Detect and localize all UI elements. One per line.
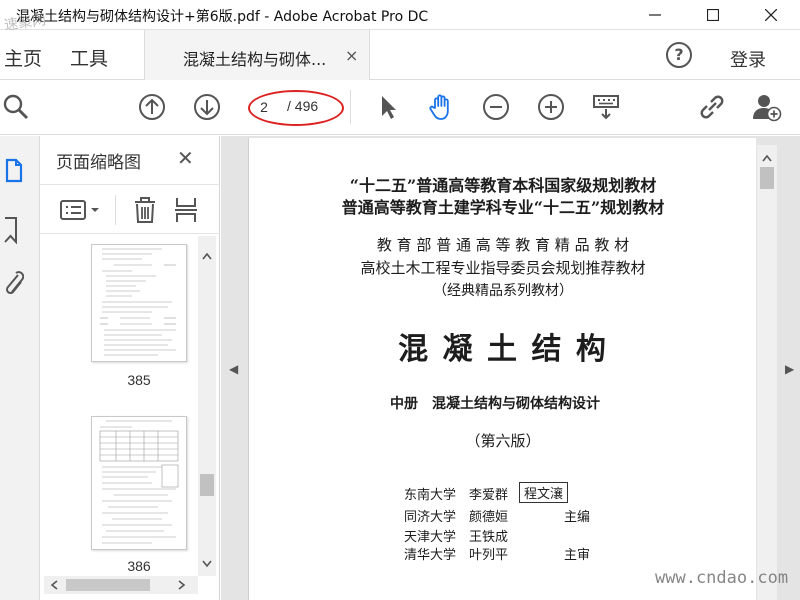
author-name-boxed: 程文瀼 <box>519 482 569 503</box>
page-thumbnails-icon[interactable] <box>4 158 24 184</box>
help-icon[interactable]: ? <box>666 42 692 68</box>
scrollbar-thumb[interactable] <box>760 167 774 189</box>
select-arrow-icon[interactable] <box>373 92 403 122</box>
scroll-left-arrow-icon[interactable] <box>50 580 58 590</box>
doc-line-1: “十二五”普通高等教育本科国家级规划教材 <box>349 176 657 195</box>
scroll-up-arrow-icon[interactable] <box>762 154 772 162</box>
tab-tools[interactable]: 工具 <box>70 44 108 71</box>
panel-toolbar <box>40 184 220 234</box>
hand-tool-icon[interactable] <box>427 92 457 122</box>
bookmark-icon[interactable] <box>4 216 18 244</box>
thumbnail-page-number: 386 <box>127 558 151 574</box>
doc-line-2: 普通高等教育土建学科专业“十二五”规划教材 <box>341 198 665 217</box>
thumbnail-vertical-scrollbar[interactable] <box>198 236 216 576</box>
thumbnail-preview <box>100 248 176 356</box>
left-navigation-rail <box>0 136 40 600</box>
add-user-icon[interactable] <box>752 92 782 122</box>
maximize-button[interactable] <box>684 0 742 30</box>
document-tab-label: 混凝土结构与砌体... <box>183 50 327 69</box>
minimize-icon <box>649 14 661 16</box>
doc-subtitle: 混凝土结构与砌体结构设计 <box>432 396 600 412</box>
tab-document[interactable]: 混凝土结构与砌体... × <box>144 30 370 80</box>
author-name: 叶列平 <box>469 548 509 563</box>
login-button[interactable]: 登录 <box>730 46 766 72</box>
expand-right-panel-icon[interactable]: ▶ <box>785 362 794 376</box>
page-down-icon[interactable] <box>192 92 222 122</box>
scrollbar-thumb[interactable] <box>200 474 214 496</box>
watermark-bottom-right: www.cndao.com <box>655 568 789 588</box>
panel-title: 页面缩略图 <box>56 153 141 173</box>
trash-icon[interactable] <box>133 196 157 224</box>
attachment-icon[interactable] <box>2 269 24 299</box>
thumbnail-page-number: 385 <box>127 372 151 388</box>
page-thumbnail[interactable] <box>91 416 187 550</box>
options-menu-icon[interactable] <box>60 199 104 221</box>
thumbnail-list: 385 386 <box>40 236 198 576</box>
doc-line-3: 教 育 部 普 通 高 等 教 育 精 品 教 材 <box>376 236 630 254</box>
tab-bar: 主页 工具 混凝土结构与砌体... × ? 登录 <box>0 30 800 80</box>
minimize-button[interactable] <box>626 0 684 30</box>
toolbar: / 496 <box>0 80 800 135</box>
doc-volume: 中册 <box>390 396 418 412</box>
doc-line-4: 高校土木工程专业指导委员会规划推荐教材 <box>360 259 646 277</box>
doc-edition: （第六版） <box>465 432 541 450</box>
author-name: 李爱群 <box>469 488 509 503</box>
title-bar: 混凝土结构与砌体结构设计+第6版.pdf - Adobe Acrobat Pro… <box>0 0 800 34</box>
document-vertical-scrollbar[interactable] <box>757 145 777 600</box>
scroll-up-arrow-icon[interactable] <box>202 252 212 260</box>
highlight-annotation-oval <box>248 90 344 126</box>
scrollbar-thumb[interactable] <box>66 579 150 591</box>
window-title: 混凝土结构与砌体结构设计+第6版.pdf - Adobe Acrobat Pro… <box>16 9 429 25</box>
zoom-in-icon[interactable] <box>536 92 566 122</box>
thumbnail-horizontal-scrollbar[interactable] <box>44 576 198 594</box>
close-button[interactable] <box>742 0 800 30</box>
author-school: 同济大学 <box>404 510 457 525</box>
doc-main-title: 混 凝 土 结 构 <box>398 332 608 367</box>
thumbnail-panel: 页面缩略图 ✕ 385 386 <box>40 136 220 600</box>
panel-close-button[interactable]: ✕ <box>177 146 194 170</box>
maximize-icon <box>707 9 719 21</box>
scroll-right-arrow-icon[interactable] <box>178 580 186 590</box>
author-school: 天津大学 <box>404 530 457 545</box>
scroll-down-arrow-icon[interactable] <box>202 560 212 568</box>
author-role: 主编 <box>564 510 591 525</box>
share-link-icon[interactable] <box>697 92 727 122</box>
search-icon[interactable] <box>2 92 32 122</box>
author-name: 王铁成 <box>469 530 509 545</box>
toolbar-divider <box>350 90 351 124</box>
doc-line-5: （经典精品系列教材） <box>433 283 573 299</box>
page-up-icon[interactable] <box>137 92 167 122</box>
thumbnail-preview <box>99 420 179 544</box>
author-role: 主审 <box>564 548 591 563</box>
author-school: 东南大学 <box>404 488 457 503</box>
rotate-page-icon[interactable] <box>174 196 198 224</box>
collapse-left-panel-icon[interactable]: ◀ <box>229 362 238 376</box>
close-icon <box>765 9 777 21</box>
author-name: 颜德姮 <box>469 510 509 525</box>
tab-home[interactable]: 主页 <box>4 44 42 71</box>
panel-tools-divider <box>115 195 116 225</box>
document-tab-close-button[interactable]: × <box>345 46 358 65</box>
zoom-out-icon[interactable] <box>481 92 511 122</box>
pdf-page: “十二五”普通高等教育本科国家级规划教材 普通高等教育土建学科专业“十二五”规划… <box>248 138 756 600</box>
page-thumbnail[interactable] <box>91 244 187 362</box>
keyboard-icon[interactable] <box>591 92 621 122</box>
author-school: 清华大学 <box>404 548 457 563</box>
